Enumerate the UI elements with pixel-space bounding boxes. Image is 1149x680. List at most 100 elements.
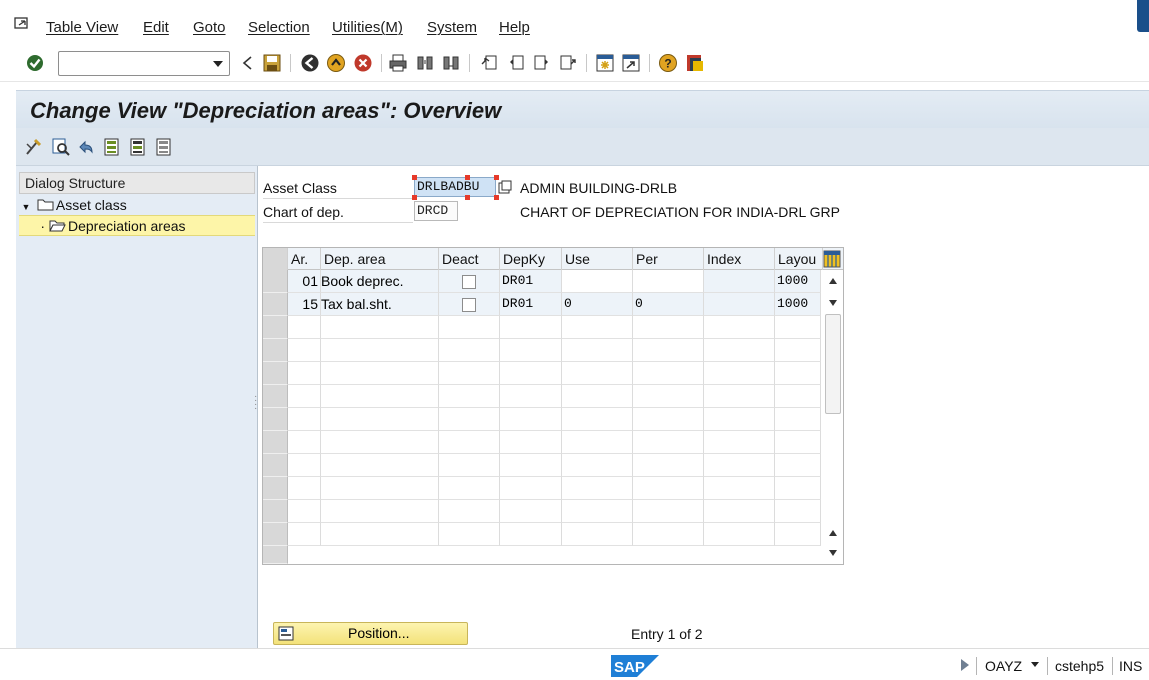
table-row-empty <box>263 500 821 523</box>
chevron-down-icon[interactable] <box>1031 662 1039 667</box>
column-header[interactable]: Index <box>704 248 775 270</box>
asset-class-field[interactable]: DRLBADBU <box>414 177 496 197</box>
row-selector[interactable] <box>263 408 288 431</box>
select-block-icon[interactable] <box>128 137 148 157</box>
cell-layout: 1000 <box>775 293 821 316</box>
table-vertical-scrollbar[interactable] <box>823 270 843 564</box>
depreciation-areas-table: Ar. Dep. area Deact DepKy Use Per Index … <box>262 247 844 565</box>
table-row-empty <box>263 477 821 500</box>
table-row-empty <box>263 431 821 454</box>
print-icon[interactable] <box>388 53 408 73</box>
first-page-icon[interactable] <box>479 53 499 73</box>
row-selector[interactable] <box>263 500 288 523</box>
row-selector[interactable] <box>263 316 288 339</box>
menu-system[interactable]: System <box>427 19 477 36</box>
status-expand-icon[interactable] <box>961 659 969 671</box>
row-selector[interactable] <box>263 385 288 408</box>
column-header[interactable]: Deact <box>439 248 500 270</box>
selection-handle <box>412 175 417 180</box>
cell-dep-area: Book deprec. <box>321 270 439 293</box>
column-header[interactable]: DepKy <box>500 248 562 270</box>
open-folder-icon <box>49 220 66 232</box>
table-row-empty <box>263 362 821 385</box>
table-settings-icon[interactable] <box>823 250 841 268</box>
save-icon[interactable] <box>262 53 282 73</box>
page-up-icon[interactable] <box>829 530 837 536</box>
next-page-icon[interactable] <box>532 53 552 73</box>
status-server: cstehp5 <box>1055 658 1105 674</box>
display-change-icon[interactable] <box>24 137 44 157</box>
row-selector[interactable] <box>263 293 288 316</box>
back-icon[interactable] <box>237 53 257 73</box>
column-header[interactable]: Layou <box>775 248 823 270</box>
cell-layout: 1000 <box>775 270 821 293</box>
scroll-down-icon[interactable] <box>829 300 837 306</box>
panel-splitter[interactable]: · · · · <box>254 392 257 414</box>
help-icon[interactable]: ? <box>658 53 678 73</box>
page-down-icon[interactable] <box>829 550 837 556</box>
menu-exit-icon[interactable] <box>14 17 30 31</box>
row-selector[interactable] <box>263 454 288 477</box>
undo-icon[interactable] <box>76 137 96 157</box>
menu-table-view[interactable]: Table View <box>46 19 118 36</box>
exit-icon[interactable] <box>326 53 346 73</box>
row-selector[interactable] <box>263 523 288 546</box>
asset-class-label: Asset Class <box>263 177 413 199</box>
deselect-all-icon[interactable] <box>154 137 174 157</box>
back-green-icon[interactable] <box>300 53 320 73</box>
row-selector[interactable] <box>263 546 288 564</box>
asset-class-description: ADMIN BUILDING-DRLB <box>520 180 678 196</box>
select-all-icon[interactable] <box>102 137 122 157</box>
find-icon[interactable] <box>415 53 435 73</box>
tree-node-depreciation-areas[interactable]: · Depreciation areas <box>19 215 255 236</box>
row-selector[interactable] <box>263 362 288 385</box>
position-button[interactable]: Position... <box>273 622 468 645</box>
table-row-empty <box>263 454 821 477</box>
row-selector[interactable] <box>263 431 288 454</box>
cell-per[interactable] <box>633 270 704 293</box>
status-divider <box>976 657 977 675</box>
row-selector[interactable] <box>263 339 288 362</box>
menu-edit[interactable]: Edit <box>143 19 169 36</box>
cancel-icon[interactable] <box>353 53 373 73</box>
last-page-icon[interactable] <box>558 53 578 73</box>
table-row-empty <box>263 339 821 362</box>
select-all-rows-button[interactable] <box>263 248 288 270</box>
command-field[interactable] <box>58 51 230 76</box>
selection-handle <box>494 195 499 200</box>
column-header[interactable]: Use <box>562 248 633 270</box>
cell-area-number: 01 <box>288 270 321 293</box>
column-header[interactable]: Per <box>633 248 704 270</box>
menu-goto[interactable]: Goto <box>193 19 226 36</box>
previous-page-icon[interactable] <box>506 53 526 73</box>
chevron-down-icon[interactable] <box>213 61 223 67</box>
enter-icon[interactable] <box>25 53 45 73</box>
row-selector[interactable] <box>263 477 288 500</box>
create-session-icon[interactable] <box>595 53 615 73</box>
cell-use: 0 <box>562 293 633 316</box>
menu-help[interactable]: Help <box>499 19 530 36</box>
row-selector[interactable] <box>263 270 288 293</box>
cell-use[interactable] <box>562 270 633 293</box>
menu-utilities[interactable]: Utilities(M) <box>332 19 403 36</box>
window-edge <box>1137 0 1149 32</box>
layout-icon[interactable] <box>685 53 705 73</box>
scroll-thumb[interactable] <box>825 314 841 414</box>
scroll-up-icon[interactable] <box>829 278 837 284</box>
deact-checkbox[interactable] <box>462 298 476 312</box>
table-row-empty <box>263 385 821 408</box>
shortcut-icon[interactable] <box>621 53 641 73</box>
column-header[interactable]: Dep. area <box>321 248 439 270</box>
value-help-icon[interactable] <box>498 180 512 194</box>
toolbar-divider <box>381 54 382 72</box>
column-header[interactable]: Ar. <box>288 248 321 270</box>
deact-checkbox[interactable] <box>462 275 476 289</box>
table-row-empty <box>263 546 821 564</box>
find-next-icon[interactable] <box>441 53 461 73</box>
details-icon[interactable] <box>51 137 71 157</box>
tree-node-asset-class[interactable]: ▼ Asset class <box>19 195 127 216</box>
status-insert-mode[interactable]: INS <box>1119 658 1142 674</box>
menu-selection[interactable]: Selection <box>248 19 310 36</box>
chart-of-dep-label: Chart of dep. <box>263 201 413 223</box>
dialog-structure-panel: Dialog Structure ▼ Asset class · Deprecia… <box>16 166 258 648</box>
